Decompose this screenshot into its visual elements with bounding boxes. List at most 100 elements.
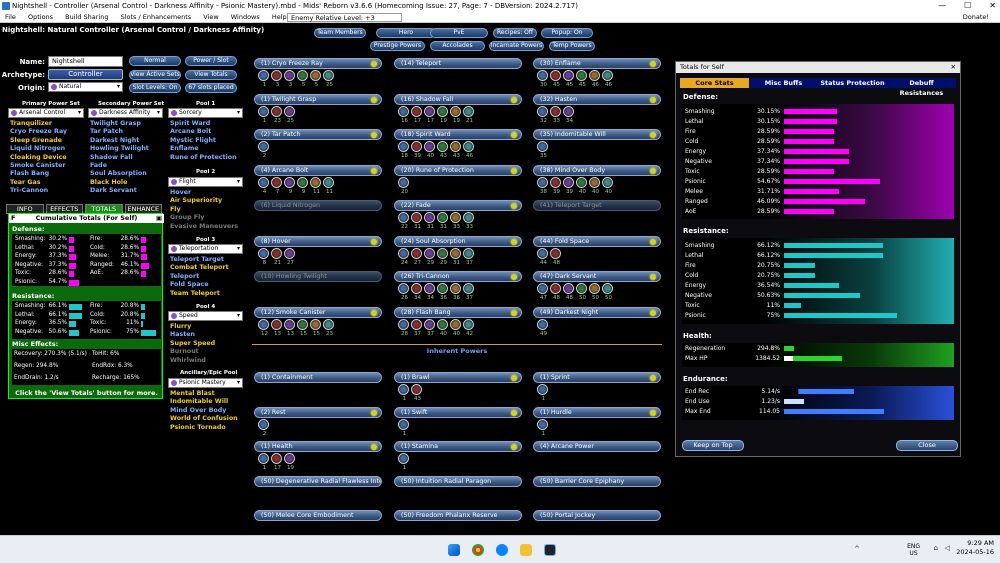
- volume-icon[interactable]: ◁: [945, 544, 950, 552]
- enhancement-slot[interactable]: 27: [284, 247, 295, 266]
- secondary-power-item[interactable]: Soul Absorption: [90, 170, 149, 178]
- power-toggle-icon[interactable]: [371, 61, 377, 67]
- enhancement-slot[interactable]: 31: [450, 247, 461, 266]
- enhancement-slot[interactable]: 33: [550, 105, 561, 124]
- enhancement-slot[interactable]: 1: [537, 418, 548, 437]
- enhancement-slot[interactable]: 38: [537, 176, 548, 195]
- pool-power-item[interactable]: Mind Over Body: [170, 407, 238, 415]
- power-entry[interactable]: (1) Hurdle: [533, 406, 661, 418]
- enhancement-slot[interactable]: 36: [450, 283, 461, 301]
- enhancement-slot[interactable]: 29: [437, 247, 448, 266]
- enhancement-slot[interactable]: 45: [576, 70, 587, 88]
- enhancement-slot[interactable]: 34: [411, 283, 422, 301]
- enhancement-slot[interactable]: 28: [398, 318, 409, 337]
- enhancement-slot[interactable]: 46: [463, 141, 474, 159]
- enhancement-slot[interactable]: 1: [398, 453, 409, 471]
- enhancement-slot[interactable]: 37: [463, 247, 474, 266]
- primary-power-item[interactable]: Smoke Canister: [10, 162, 67, 170]
- pool-power-item[interactable]: Evasive Maneuvers: [170, 223, 238, 231]
- enhancement-slot[interactable]: 19: [450, 105, 461, 124]
- enhancement-slot[interactable]: 42: [463, 318, 474, 337]
- flag-toggle[interactable]: F: [11, 214, 15, 223]
- enhancement-slot[interactable]: 47: [537, 283, 548, 301]
- power-entry[interactable]: (8) Hover: [254, 235, 382, 247]
- power-toggle-icon[interactable]: [511, 203, 517, 209]
- pool-power-item[interactable]: Burnout: [170, 348, 215, 356]
- pool-power-item[interactable]: Fold Space: [170, 281, 229, 289]
- power-entry[interactable]: (50) Intuition Radial Paragon: [394, 475, 522, 487]
- enhancement-slot[interactable]: 9: [284, 176, 295, 195]
- power-slot-button[interactable]: Power / Slot: [185, 56, 237, 66]
- power-toggle-icon[interactable]: [371, 96, 377, 103]
- primary-power-item[interactable]: Tear Gas: [10, 179, 67, 187]
- enhancement-slot[interactable]: 15: [310, 318, 321, 337]
- power-entry[interactable]: (14) Teleport: [394, 58, 522, 69]
- power-entry[interactable]: (6) Liquid Nitrogen: [254, 200, 382, 211]
- enhancement-slot[interactable]: 29: [424, 247, 435, 266]
- pve-button[interactable]: PvE: [430, 28, 488, 38]
- enhancement-slot[interactable]: 34: [424, 283, 435, 301]
- power-toggle-icon[interactable]: [511, 238, 517, 245]
- power-entry[interactable]: (50) Degenerative Radial Flawless Interf…: [254, 475, 382, 487]
- enhancement-slot[interactable]: 4: [258, 176, 269, 195]
- enhancement-slot[interactable]: 37: [463, 283, 474, 301]
- file-explorer-icon[interactable]: [520, 544, 532, 556]
- menu-file[interactable]: File: [5, 13, 16, 21]
- pool-power-item[interactable]: Mental Blast: [170, 390, 238, 398]
- power-toggle-icon[interactable]: [650, 274, 656, 280]
- language-indicator[interactable]: ENG US: [907, 543, 920, 557]
- keep-on-top-button[interactable]: Keep on Top: [682, 440, 744, 451]
- enhancement-slot[interactable]: 48: [550, 283, 561, 301]
- enhancement-slot[interactable]: 12: [258, 318, 269, 337]
- power-entry[interactable]: (1) Stamina: [394, 441, 522, 452]
- enhancement-slot[interactable]: 43: [437, 141, 448, 159]
- network-icon[interactable]: ⌂: [934, 544, 938, 552]
- enhancement-slot[interactable]: 25: [284, 105, 295, 124]
- power-entry[interactable]: (1) Containment: [254, 372, 382, 383]
- enhancement-slot[interactable]: 40: [602, 176, 613, 195]
- power-entry[interactable]: (18) Spirit Ward: [394, 129, 522, 140]
- enhancement-slot[interactable]: 39: [550, 176, 561, 195]
- enhancement-slot[interactable]: 40: [589, 176, 600, 195]
- secondary-power-item[interactable]: Twilight Grasp: [90, 120, 149, 128]
- enhancement-slot[interactable]: 1: [258, 105, 269, 124]
- enhancement-slot[interactable]: 3: [271, 70, 282, 88]
- menu-windows[interactable]: Windows: [231, 13, 260, 21]
- pool-power-item[interactable]: Spirit Ward: [170, 120, 237, 128]
- tab-status-protection[interactable]: Status Protection: [818, 78, 887, 88]
- enhancement-slot[interactable]: 49: [537, 318, 548, 337]
- enhancement-slot[interactable]: 26: [398, 283, 409, 301]
- power-toggle-icon[interactable]: [511, 444, 517, 450]
- enhancement-slot[interactable]: 3: [284, 70, 295, 88]
- power-toggle-icon[interactable]: [511, 375, 517, 381]
- power-entry[interactable]: (38) Mind Over Body: [533, 164, 661, 176]
- enhancement-slot[interactable]: 16: [398, 105, 409, 124]
- primary-power-item[interactable]: Cryo Freeze Ray: [10, 128, 67, 136]
- secondary-power-item[interactable]: Dark Servant: [90, 187, 149, 195]
- enhancement-slot[interactable]: 50: [602, 283, 613, 301]
- power-toggle-icon[interactable]: [650, 238, 656, 245]
- enhancement-slot[interactable]: 39: [563, 176, 574, 195]
- enhancement-slot[interactable]: 2: [258, 141, 269, 159]
- enhancement-slot[interactable]: 19: [437, 105, 448, 124]
- enhancement-slot[interactable]: 23: [323, 318, 334, 337]
- enhancement-slot[interactable]: 17: [424, 105, 435, 124]
- power-toggle-icon[interactable]: [650, 309, 656, 316]
- slot-levels-button[interactable]: Slot Levels: On: [129, 83, 181, 93]
- enhancement-slot[interactable]: 39: [411, 141, 422, 159]
- pool-power-item[interactable]: Team Teleport: [170, 290, 229, 298]
- enhancement-slot[interactable]: 48: [550, 247, 561, 266]
- power-toggle-icon[interactable]: [650, 375, 656, 381]
- enhancement-slot[interactable]: 13: [271, 318, 282, 337]
- tray-chevron-icon[interactable]: ^: [854, 545, 860, 553]
- close-button[interactable]: Close: [896, 440, 958, 451]
- power-entry[interactable]: (24) Soul Absorption: [394, 235, 522, 247]
- enhancement-slot[interactable]: 32: [537, 105, 548, 124]
- enhancement-slot[interactable]: 30: [537, 70, 548, 88]
- primary-power-item[interactable]: Flash Bang: [10, 170, 67, 178]
- enhancement-slot[interactable]: 17: [271, 453, 282, 471]
- pool-power-item[interactable]: Arcane Bolt: [170, 128, 237, 136]
- power-entry[interactable]: (20) Rune of Protection: [394, 164, 522, 176]
- pool-power-item[interactable]: Rune of Protection: [170, 154, 237, 162]
- pool-power-item[interactable]: Psionic Tornado: [170, 424, 238, 432]
